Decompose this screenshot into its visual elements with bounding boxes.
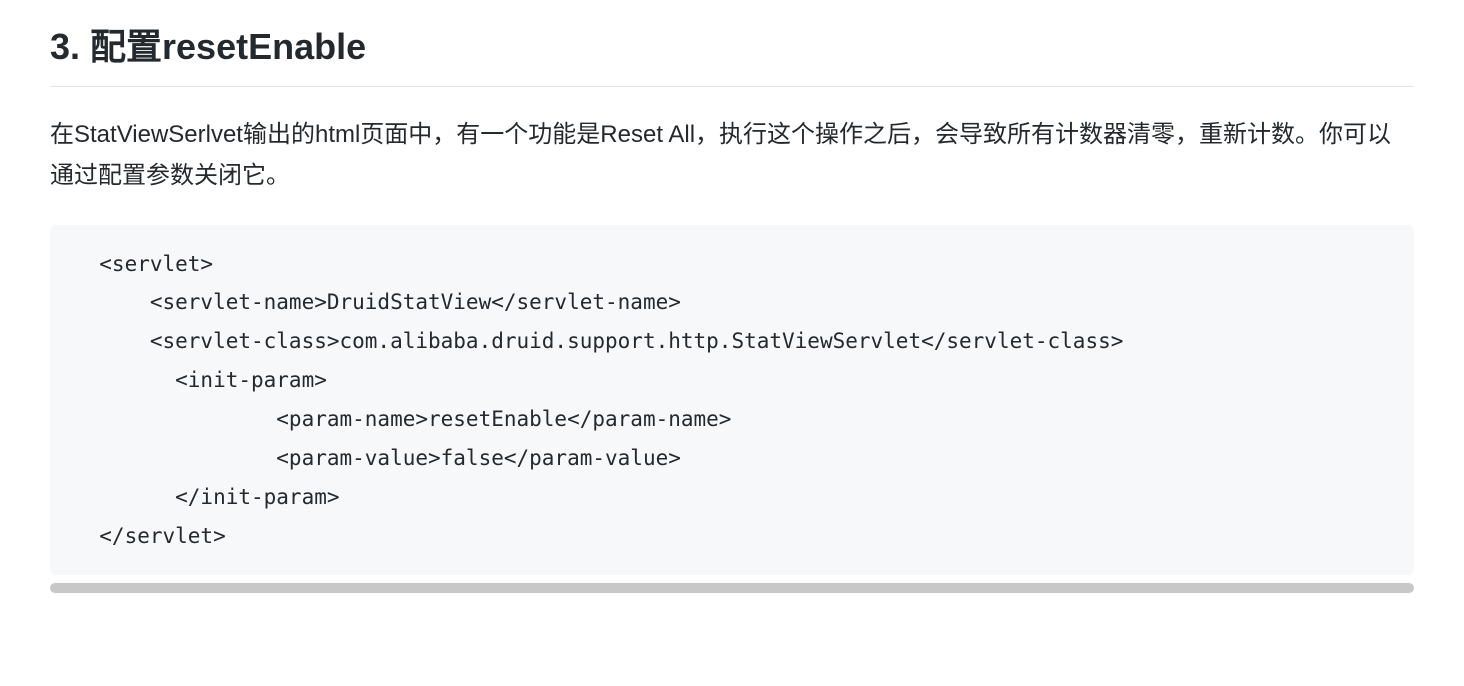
horizontal-scrollbar-thumb[interactable]	[50, 583, 1414, 593]
code-block-container[interactable]: <servlet> <servlet-name>DruidStatView</s…	[50, 225, 1414, 576]
code-block: <servlet> <servlet-name>DruidStatView</s…	[74, 245, 1390, 556]
horizontal-scrollbar[interactable]	[50, 583, 1414, 593]
section-paragraph: 在StatViewSerlvet输出的html页面中，有一个功能是Reset A…	[50, 115, 1414, 197]
section-heading: 3. 配置resetEnable	[50, 20, 1414, 87]
